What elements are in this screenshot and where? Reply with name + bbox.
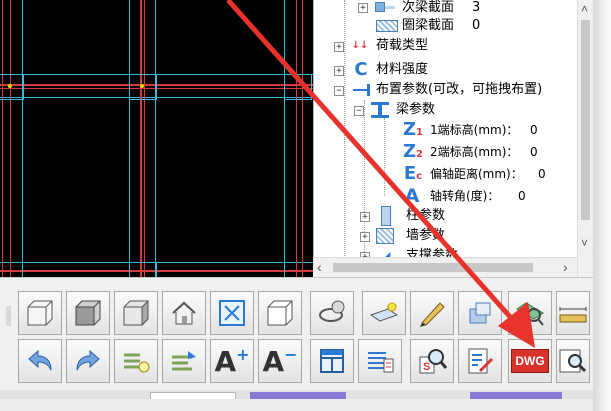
annotation-arrow <box>226 0 535 348</box>
arrow-shaft <box>226 0 522 330</box>
